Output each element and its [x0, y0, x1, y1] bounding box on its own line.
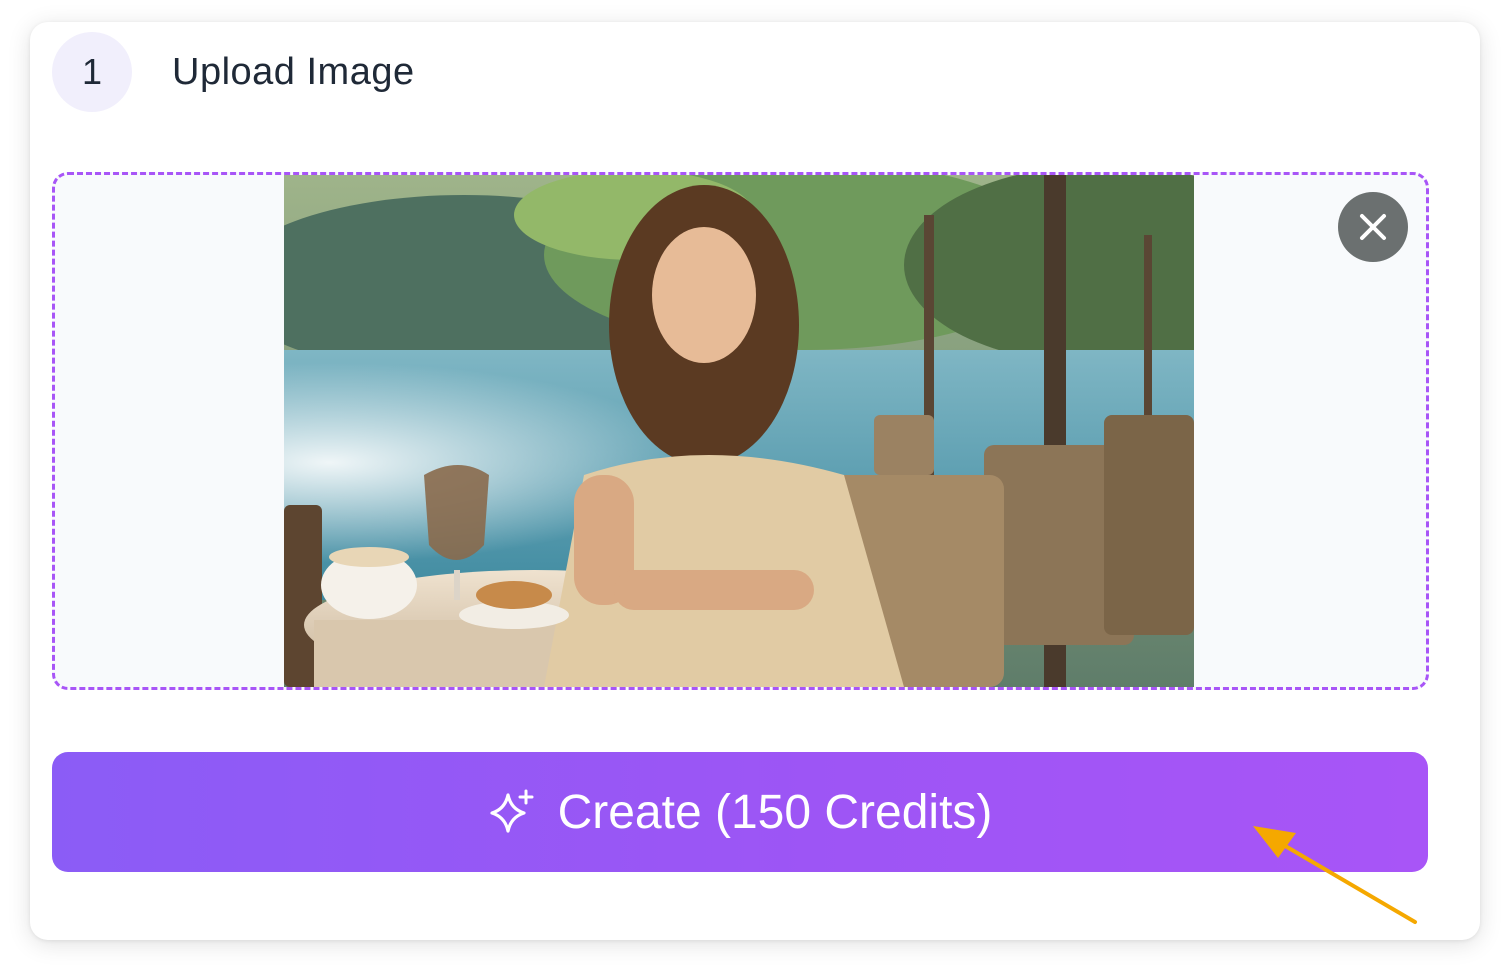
- create-button-label: Create (150 Credits): [557, 785, 993, 839]
- upload-card: 1 Upload Image Create (150 Credits): [30, 22, 1480, 940]
- step-number-badge: 1: [52, 32, 132, 112]
- step-title: Upload Image: [172, 50, 415, 93]
- create-button[interactable]: Create (150 Credits): [52, 752, 1428, 872]
- sparkle-icon: [488, 787, 538, 837]
- close-icon: [1360, 214, 1386, 240]
- step-header: 1 Upload Image: [52, 32, 415, 112]
- remove-image-button[interactable]: [1338, 192, 1408, 262]
- uploaded-image-preview: [284, 175, 1194, 687]
- image-dropzone[interactable]: [52, 172, 1429, 690]
